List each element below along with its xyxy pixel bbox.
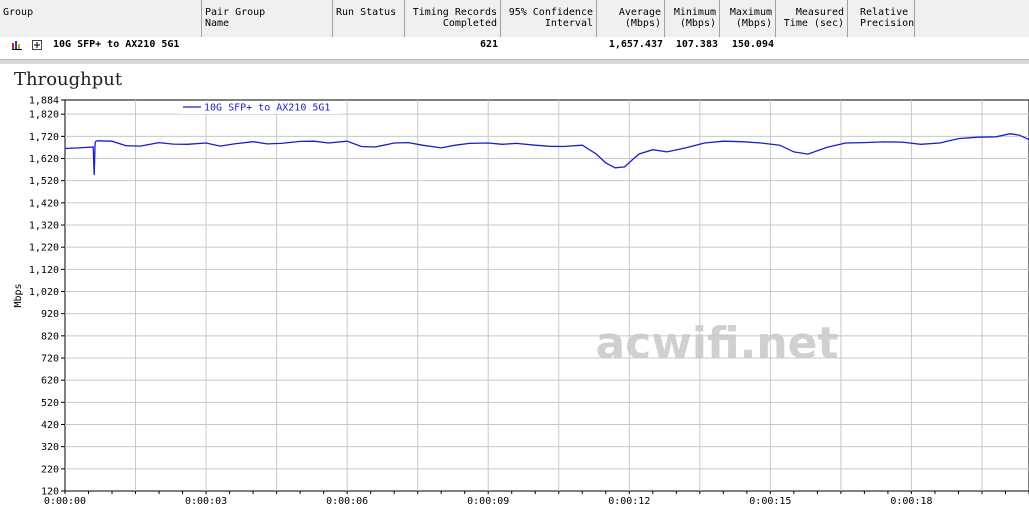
y-tick-label: 1,720 — [29, 132, 59, 143]
y-tick-label: 1,620 — [29, 154, 59, 165]
y-tick-label: 920 — [41, 309, 59, 320]
y-tick-label: 520 — [41, 398, 59, 409]
x-tick-label: 0:00:18 — [890, 496, 932, 507]
y-axis-label: Mbps — [13, 283, 24, 307]
y-tick-label: 1,120 — [29, 265, 59, 276]
x-tick-label: 0:00:06 — [326, 496, 368, 507]
x-tick-label: 0:00:00 — [44, 496, 86, 507]
y-tick-label: 1,820 — [29, 110, 59, 121]
y-tick-label: 1,020 — [29, 287, 59, 298]
y-tick-label: 320 — [41, 442, 59, 453]
throughput-chart: 1,884 1,820 1,720 1,620 1,520 1,420 1,320 1,220… — [13, 96, 1029, 507]
legend-label: 10G SFP+ to AX210 5G1 — [204, 103, 330, 114]
y-tick-label: 220 — [41, 464, 59, 475]
y-tick-label: 1,520 — [29, 176, 59, 187]
y-tick-label: 1,420 — [29, 198, 59, 209]
y-tick-label: 1,320 — [29, 221, 59, 232]
watermark-text: acwifi.net — [595, 318, 838, 369]
y-tick-label: 1,220 — [29, 243, 59, 254]
y-tick-label: 820 — [41, 331, 59, 342]
y-tick-label: 1,884 — [29, 96, 59, 107]
x-tick-label: 0:00:15 — [749, 496, 791, 507]
y-tick-label: 620 — [41, 376, 59, 387]
y-tick-label: 420 — [41, 420, 59, 431]
series-line — [64, 133, 1029, 176]
x-tick-label: 0:00:09 — [467, 496, 509, 507]
y-tick-label: 720 — [41, 354, 59, 365]
x-tick-label: 0:00:03 — [185, 496, 227, 507]
x-tick-label: 0:00:12 — [608, 496, 650, 507]
